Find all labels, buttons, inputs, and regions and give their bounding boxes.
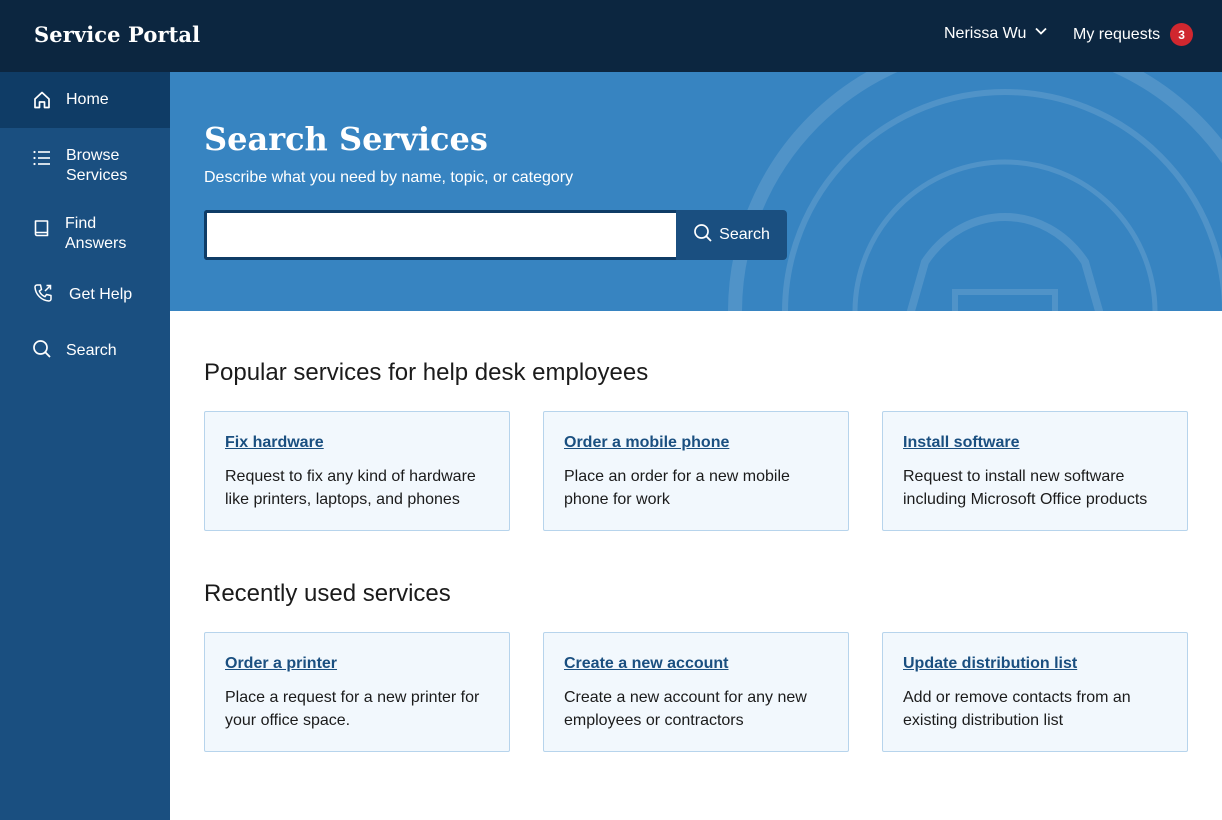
service-card-title[interactable]: Fix hardware — [225, 434, 324, 452]
service-card-description: Add or remove contacts from an existing … — [903, 689, 1131, 729]
search-input[interactable] — [204, 210, 676, 260]
sidebar-item-label: Home — [66, 91, 109, 108]
service-card-description: Place an order for a new mobile phone fo… — [564, 468, 790, 508]
phone-icon — [33, 283, 53, 303]
search-icon — [693, 223, 713, 248]
service-card-title[interactable]: Order a printer — [225, 655, 337, 673]
agency-seal-watermark — [728, 72, 1222, 311]
service-card-order-printer[interactable]: Order a printer Place a request for a ne… — [204, 632, 510, 752]
sidebar-item-browse-services[interactable]: Browse Services — [0, 128, 170, 196]
user-name: Nerissa Wu — [944, 24, 1027, 42]
sidebar: Home Browse Services Find Answers Get He… — [0, 72, 170, 820]
search-button-label: Search — [719, 226, 770, 243]
service-card-title[interactable]: Install software — [903, 434, 1019, 452]
service-card-update-distribution-list[interactable]: Update distribution list Add or remove c… — [882, 632, 1188, 752]
search-instructions: Describe what you need by name, topic, o… — [204, 169, 574, 186]
sidebar-item-find-answers[interactable]: Find Answers — [0, 196, 170, 264]
service-card-create-account[interactable]: Create a new account Create a new accoun… — [543, 632, 849, 752]
sidebar-item-label: Find Answers — [65, 215, 127, 252]
chevron-down-icon — [1034, 24, 1048, 43]
book-icon — [32, 218, 52, 238]
sidebar-item-get-help[interactable]: Get Help — [0, 264, 170, 320]
search-hero: Search Services Describe what you need b… — [170, 72, 1222, 311]
page-title: Search Services — [204, 120, 488, 158]
service-card-description: Request to install new software includin… — [903, 468, 1148, 508]
service-card-description: Request to fix any kind of hardware like… — [225, 468, 476, 508]
sidebar-item-label: Search — [66, 342, 117, 359]
my-requests-label: My requests — [1073, 25, 1161, 43]
sidebar-item-home[interactable]: Home — [0, 72, 170, 128]
my-requests-link[interactable]: My requests 3 — [1073, 23, 1194, 46]
recent-services-heading: Recently used services — [204, 580, 451, 607]
search-button[interactable]: Search — [676, 210, 787, 260]
service-card-title[interactable]: Order a mobile phone — [564, 434, 729, 452]
home-icon — [32, 90, 52, 110]
service-card-title[interactable]: Create a new account — [564, 655, 729, 673]
top-bar: Service Portal Nerissa Wu My requests 3 — [0, 0, 1222, 72]
service-card-fix-hardware[interactable]: Fix hardware Request to fix any kind of … — [204, 411, 510, 531]
list-icon — [32, 148, 52, 168]
sidebar-item-label: Get Help — [69, 286, 133, 303]
service-card-order-mobile-phone[interactable]: Order a mobile phone Place an order for … — [543, 411, 849, 531]
service-card-description: Place a request for a new printer for yo… — [225, 689, 480, 729]
popular-services-heading: Popular services for help desk employees — [204, 359, 649, 386]
service-card-description: Create a new account for any new employe… — [564, 689, 807, 729]
search-icon — [32, 339, 52, 359]
user-menu[interactable]: Nerissa Wu — [944, 24, 1048, 43]
service-card-title[interactable]: Update distribution list — [903, 655, 1077, 673]
sidebar-item-label: Browse Services — [66, 147, 128, 184]
brand-logo[interactable]: Service Portal — [34, 22, 200, 47]
service-card-install-software[interactable]: Install software Request to install new … — [882, 411, 1188, 531]
sidebar-item-search[interactable]: Search — [0, 320, 170, 376]
requests-count-badge: 3 — [1170, 23, 1194, 46]
